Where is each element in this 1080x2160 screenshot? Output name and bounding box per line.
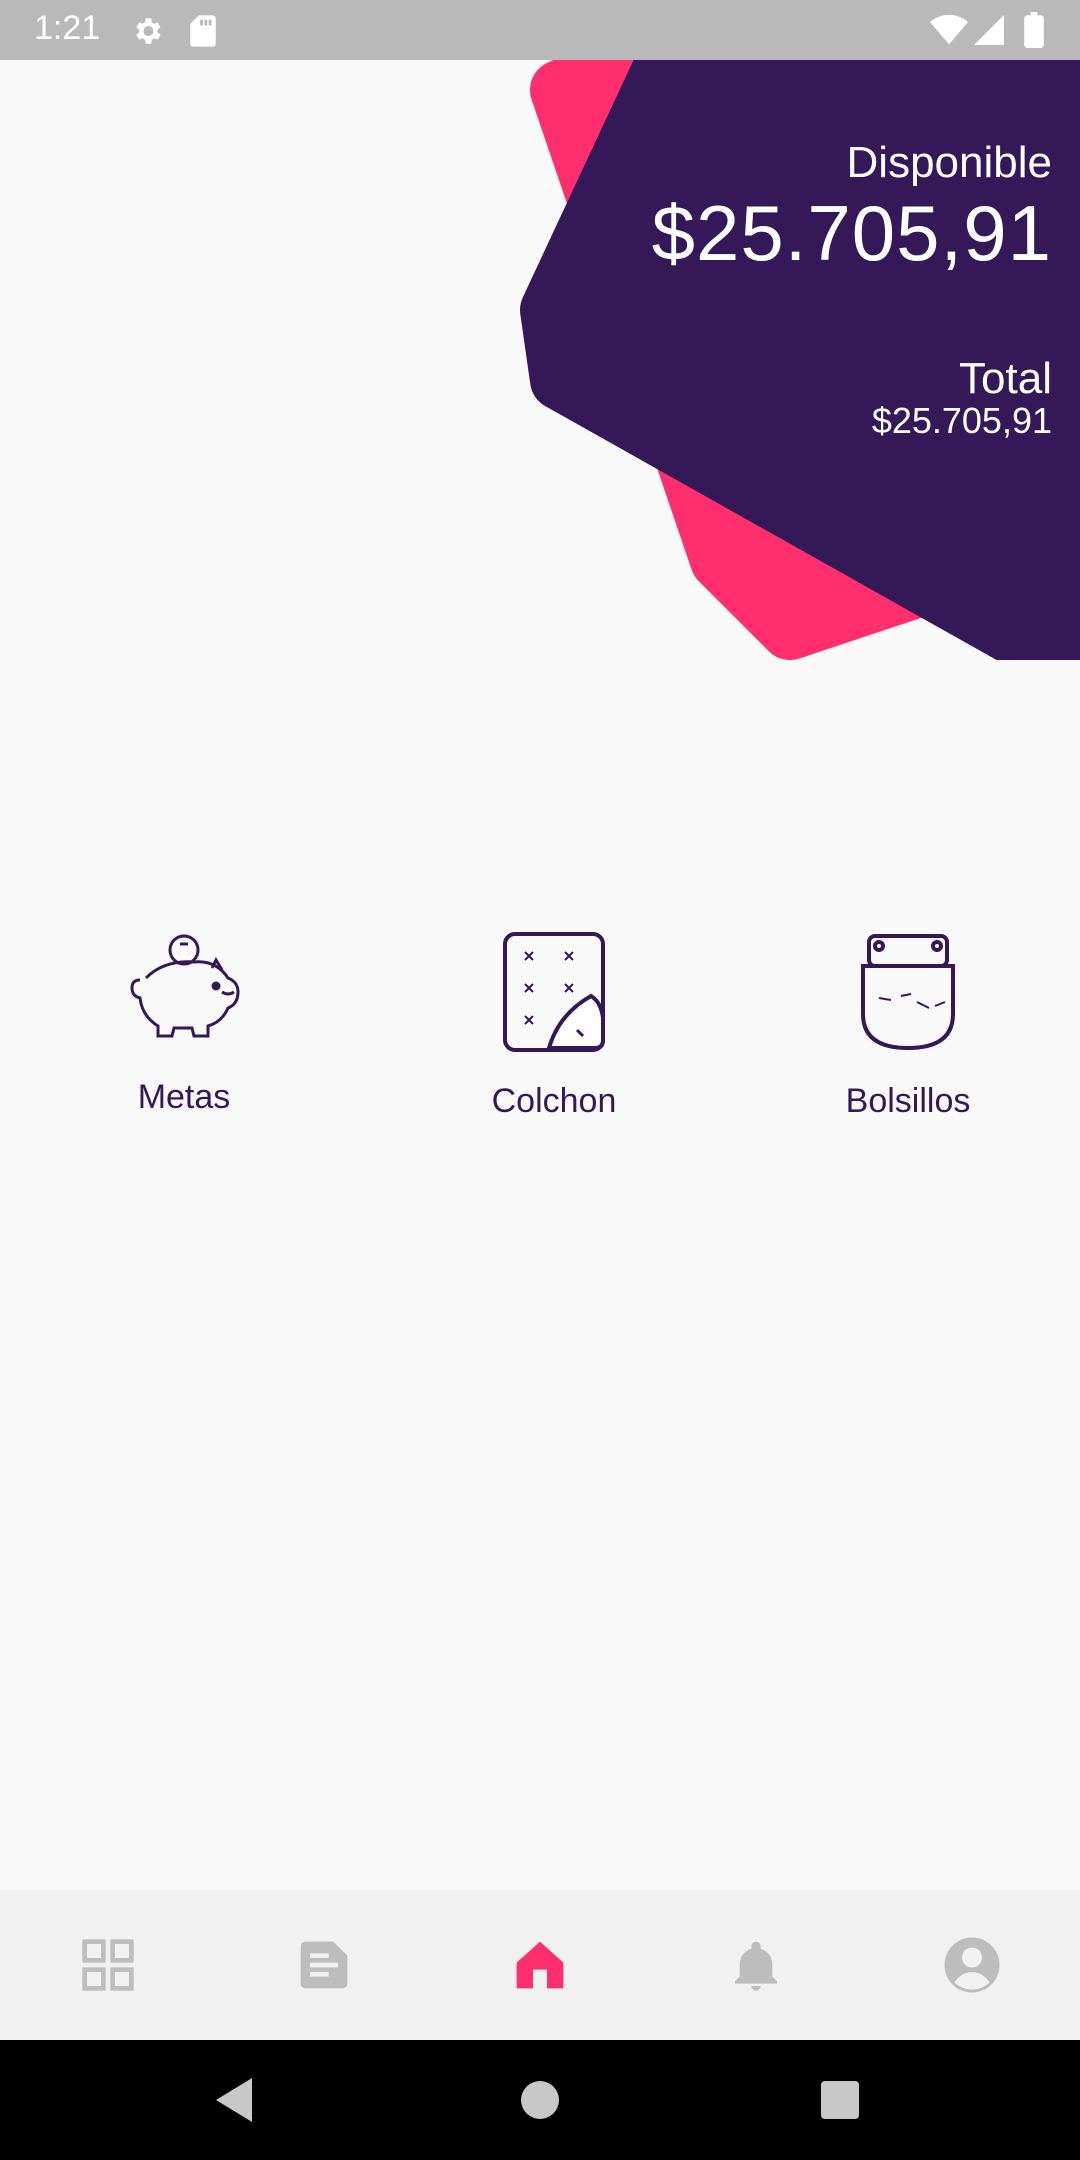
- status-time: 1:21: [34, 9, 101, 47]
- system-recents-button[interactable]: [780, 2040, 900, 2160]
- system-home-button[interactable]: [480, 2040, 600, 2160]
- shortcut-metas[interactable]: Metas: [54, 930, 314, 1117]
- balance-card: Disponible $25.705,91 Total $25.705,91: [0, 60, 1080, 660]
- battery-icon: [1024, 12, 1044, 48]
- nav-item-grid[interactable]: [0, 1890, 216, 2040]
- nav-item-notifications[interactable]: [648, 1890, 864, 2040]
- home-icon: [516, 1941, 564, 1989]
- status-bar: 1:21: [0, 0, 1080, 60]
- nav-item-document[interactable]: [216, 1890, 432, 2040]
- back-triangle-icon: [216, 2078, 252, 2122]
- shortcut-bolsillos[interactable]: Bolsillos: [778, 930, 1038, 1121]
- system-navigation-bar: [0, 2040, 1080, 2160]
- document-icon: [300, 1941, 348, 1989]
- available-amount: $25.705,91: [651, 189, 1052, 277]
- profile-icon: [944, 1937, 1000, 1993]
- system-back-button[interactable]: [176, 2040, 296, 2160]
- piggy-bank-icon: [130, 934, 240, 1038]
- sd-card-icon: [190, 15, 216, 47]
- wifi-icon: [930, 14, 968, 45]
- nav-item-profile[interactable]: [864, 1890, 1080, 2040]
- shortcut-colchon[interactable]: Colchon: [424, 930, 684, 1121]
- settings-icon: [136, 18, 161, 44]
- signal-icon: [974, 15, 1004, 45]
- recents-square-icon: [821, 2081, 859, 2119]
- pocket-icon: [861, 934, 955, 1051]
- nav-item-home[interactable]: [432, 1890, 648, 2040]
- bell-icon: [735, 1941, 777, 1991]
- home-circle-icon: [521, 2081, 559, 2119]
- shortcut-label-colchon: Colchon: [491, 1082, 617, 1120]
- shortcut-label-bolsillos: Bolsillos: [845, 1082, 971, 1120]
- mattress-icon: [503, 932, 605, 1052]
- available-label: Disponible: [846, 138, 1052, 187]
- shortcut-label-metas: Metas: [137, 1078, 231, 1116]
- bottom-navigation: [0, 1890, 1080, 2040]
- total-amount: $25.705,91: [871, 400, 1052, 441]
- grid-icon: [82, 1939, 134, 1991]
- total-label: Total: [959, 354, 1052, 403]
